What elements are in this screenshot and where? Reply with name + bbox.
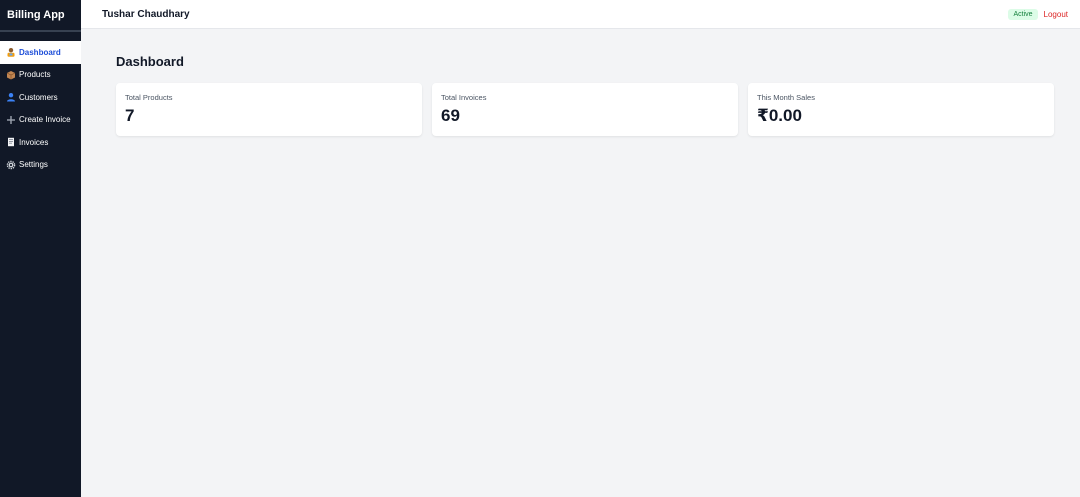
sidebar-item-products[interactable]: Products [0,64,81,87]
sidebar-item-label: Create Invoice [19,115,71,125]
stat-card-label: Total Products [125,93,173,102]
sidebar-item-label: Dashboard [19,47,61,57]
sidebar-item-label: Invoices [19,137,49,147]
stat-card-value: 7 [125,106,135,125]
dashboard-content: Dashboard Total Products 7 Total Invoice… [81,29,1080,136]
stat-card-value: 69 [441,106,460,125]
sidebar: Billing App Dashboard Products Customers [0,0,81,497]
page-title: Dashboard [116,54,184,69]
app-shell: Billing App Dashboard Products Customers [0,0,1080,497]
sidebar-item-settings[interactable]: Settings [0,154,81,177]
stat-card-label: This Month Sales [757,93,815,102]
sidebar-nav: Dashboard Products Customers Create Invo… [0,32,81,176]
status-badge: Active [1008,8,1038,20]
sidebar-item-label: Products [19,70,51,80]
dashboard-icon [6,47,16,58]
user-name: Tushar Chaudhary [102,8,190,20]
sidebar-item-dashboard[interactable]: Dashboard [0,41,81,64]
top-bar-actions: Active Logout [1008,8,1068,20]
receipt-icon [6,137,16,147]
sidebar-item-label: Settings [19,160,48,170]
top-bar: Tushar Chaudhary Active Logout [81,0,1080,29]
app-brand: Billing App [0,0,81,32]
sidebar-item-customers[interactable]: Customers [0,86,81,109]
stat-card-value: ₹0.00 [757,106,802,125]
sidebar-item-create-invoice[interactable]: Create Invoice [0,109,81,132]
gear-icon [6,160,16,170]
sidebar-item-label: Customers [19,92,58,102]
main-area: Tushar Chaudhary Active Logout Dashboard… [81,0,1080,497]
stats-cards: Total Products 7 Total Invoices 69 This … [116,83,1056,136]
sidebar-item-invoices[interactable]: Invoices [0,131,81,154]
plus-icon [6,115,16,125]
logout-link[interactable]: Logout [1044,10,1068,19]
box-icon [6,70,16,80]
stat-card-total-invoices: Total Invoices 69 [432,83,738,136]
user-icon [6,92,16,102]
stat-card-month-sales: This Month Sales ₹0.00 [748,83,1054,136]
stat-card-label: Total Invoices [441,93,487,102]
stat-card-total-products: Total Products 7 [116,83,422,136]
